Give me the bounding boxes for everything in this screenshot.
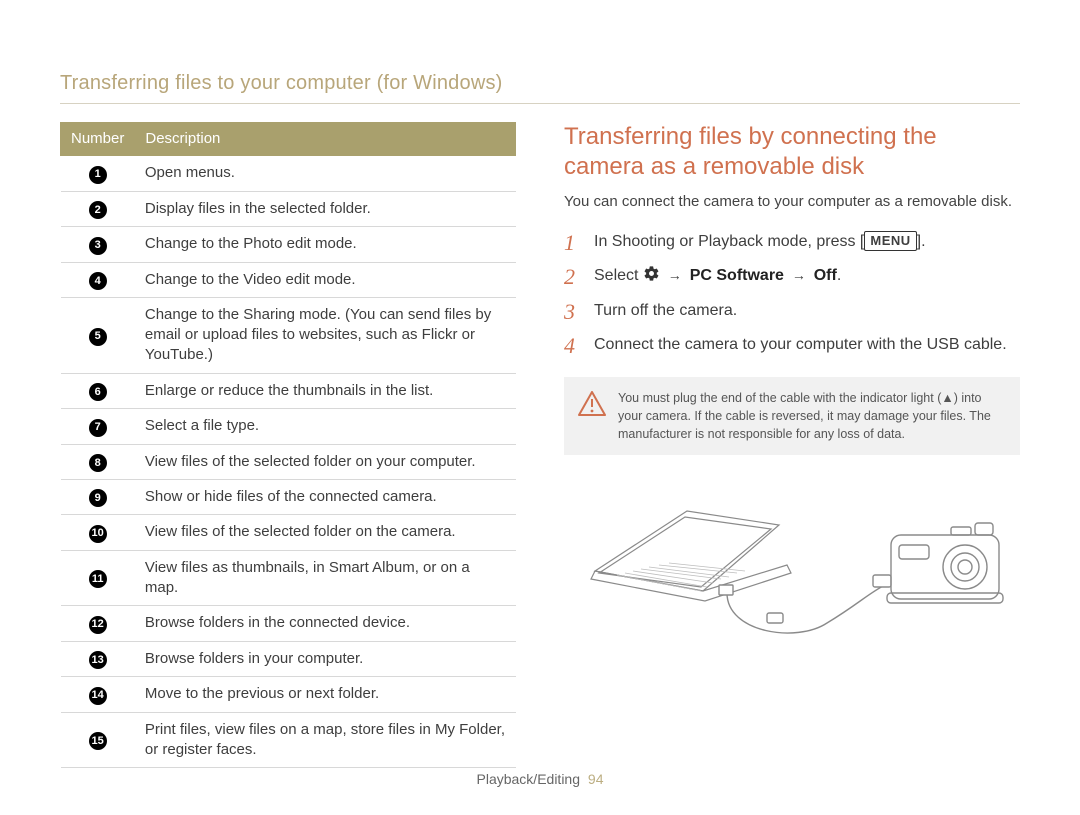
- caution-text: You must plug the end of the cable with …: [618, 391, 991, 441]
- step-text: Connect the camera to your computer with…: [594, 334, 1020, 358]
- table-row: 5 Change to the Sharing mode. (You can se…: [61, 297, 516, 373]
- step-number: 1: [564, 231, 582, 255]
- row-description: Browse folders in your computer.: [135, 641, 516, 676]
- th-number: Number: [61, 123, 135, 156]
- table-row: 6 Enlarge or reduce the thumbnails in the…: [61, 373, 516, 408]
- row-number-badge: 4: [89, 272, 107, 290]
- table-row: 13 Browse folders in your computer.: [61, 641, 516, 676]
- row-description: Enlarge or reduce the thumbnails in the …: [135, 373, 516, 408]
- row-description: Display files in the selected folder.: [135, 191, 516, 226]
- row-description: Open menus.: [135, 156, 516, 191]
- table-row: 1 Open menus.: [61, 156, 516, 191]
- row-description: Print files, view files on a map, store …: [135, 712, 516, 768]
- row-number-badge: 12: [89, 616, 107, 634]
- page-footer: Playback/Editing 94: [0, 770, 1080, 789]
- description-table: Number Description 1 Open menus. 2 Display…: [60, 122, 516, 768]
- step-text: Turn off the camera.: [594, 300, 1020, 324]
- step-number: 3: [564, 300, 582, 324]
- step-item: 4 Connect the camera to your computer wi…: [564, 329, 1020, 363]
- step-number: 2: [564, 265, 582, 289]
- step-bold: PC Software: [690, 267, 784, 284]
- step-item: 2 Select → PC Software → Off.: [564, 260, 1020, 294]
- row-number-badge: 8: [89, 454, 107, 472]
- table-row: 14 Move to the previous or next folder.: [61, 677, 516, 712]
- steps-list: 1 In Shooting or Playback mode, press [M…: [564, 226, 1020, 363]
- left-column: Number Description 1 Open menus. 2 Display…: [60, 122, 516, 768]
- row-number-badge: 3: [89, 237, 107, 255]
- row-description: Browse folders in the connected device.: [135, 606, 516, 641]
- row-number-badge: 14: [89, 687, 107, 705]
- row-number-badge: 13: [89, 651, 107, 669]
- row-description: Change to the Photo edit mode.: [135, 227, 516, 262]
- table-row: 15 Print files, view files on a map, stor…: [61, 712, 516, 768]
- step-text: ].: [917, 233, 926, 250]
- table-row: 8 View files of the selected folder on yo…: [61, 444, 516, 479]
- table-row: 10 View files of the selected folder on t…: [61, 515, 516, 550]
- page-header: Transferring files to your computer (for…: [60, 70, 1020, 104]
- row-number-badge: 11: [89, 570, 107, 588]
- table-row: 4 Change to the Video edit mode.: [61, 262, 516, 297]
- step-bold: Off: [814, 267, 837, 284]
- row-description: View files of the selected folder on the…: [135, 515, 516, 550]
- caution-box: You must plug the end of the cable with …: [564, 377, 1020, 455]
- table-row: 12 Browse folders in the connected device…: [61, 606, 516, 641]
- step-item: 1 In Shooting or Playback mode, press [M…: [564, 226, 1020, 260]
- arrow-right-icon: →: [664, 267, 686, 283]
- step-text: .: [837, 267, 841, 284]
- row-number-badge: 9: [89, 489, 107, 507]
- table-row: 2 Display files in the selected folder.: [61, 191, 516, 226]
- th-description: Description: [135, 123, 516, 156]
- row-description: Select a file type.: [135, 409, 516, 444]
- table-row: 7 Select a file type.: [61, 409, 516, 444]
- step-text: Select: [594, 267, 643, 284]
- connection-illustration: [564, 473, 1020, 660]
- table-row: 9 Show or hide files of the connected cam…: [61, 479, 516, 514]
- row-description: View files as thumbnails, in Smart Album…: [135, 550, 516, 606]
- section-intro: You can connect the camera to your compu…: [564, 192, 1020, 212]
- row-number-badge: 5: [89, 328, 107, 346]
- step-number: 4: [564, 334, 582, 358]
- section-title: Transferring files by connecting the cam…: [564, 122, 1020, 182]
- row-number-badge: 6: [89, 383, 107, 401]
- step-item: 3 Turn off the camera.: [564, 295, 1020, 329]
- row-number-badge: 15: [89, 732, 107, 750]
- arrow-right-icon: →: [788, 267, 810, 283]
- table-row: 11 View files as thumbnails, in Smart Alb…: [61, 550, 516, 606]
- row-description: Change to the Video edit mode.: [135, 262, 516, 297]
- row-description: Change to the Sharing mode. (You can sen…: [135, 297, 516, 373]
- row-description: View files of the selected folder on you…: [135, 444, 516, 479]
- row-number-badge: 1: [89, 166, 107, 184]
- step-text: In Shooting or Playback mode, press [: [594, 233, 864, 250]
- row-number-badge: 2: [89, 201, 107, 219]
- table-row: 3 Change to the Photo edit mode.: [61, 227, 516, 262]
- page-number: 94: [588, 771, 604, 787]
- row-description: Move to the previous or next folder.: [135, 677, 516, 712]
- row-description: Show or hide files of the connected came…: [135, 479, 516, 514]
- menu-button-icon: MENU: [864, 231, 916, 251]
- row-number-badge: 10: [89, 525, 107, 543]
- settings-gear-icon: [643, 265, 660, 289]
- row-number-badge: 7: [89, 419, 107, 437]
- right-column: Transferring files by connecting the cam…: [564, 122, 1020, 768]
- warning-icon: [578, 391, 606, 417]
- footer-section: Playback/Editing: [477, 771, 581, 787]
